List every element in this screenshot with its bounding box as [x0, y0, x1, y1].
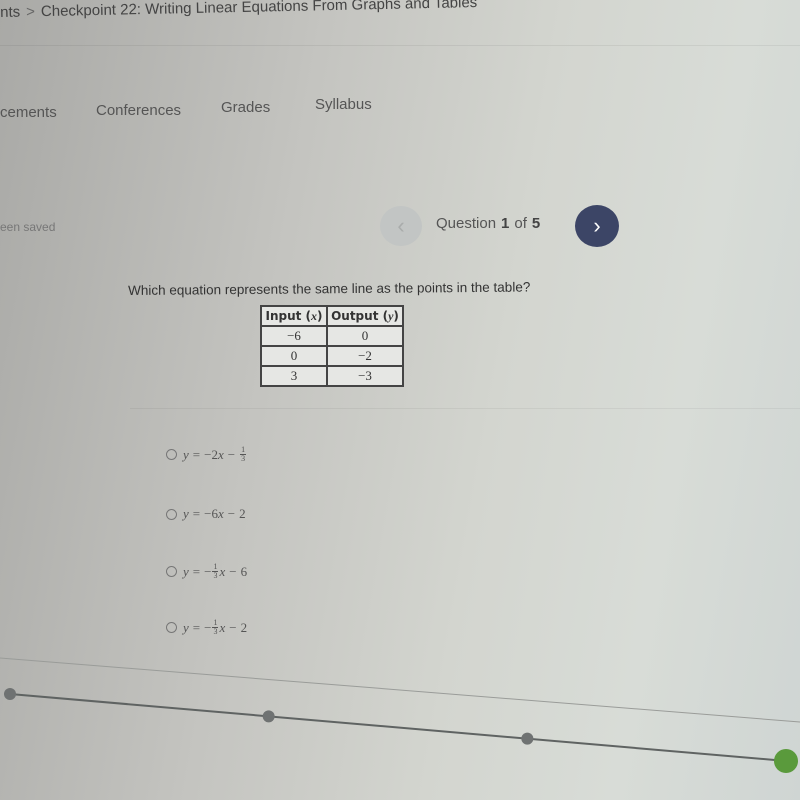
radio-button[interactable] [166, 566, 177, 577]
chevron-left-icon: ‹ [397, 213, 405, 238]
question-prompt: Which equation represents the same line … [128, 279, 531, 298]
table-cell: −6 [260, 325, 328, 347]
table-cell: 0 [260, 345, 328, 367]
next-question-button[interactable]: › [575, 205, 619, 247]
table-row: −6 0 [260, 325, 404, 347]
table-cell: 3 [260, 365, 328, 387]
breadcrumb-parent-link[interactable]: nts [0, 4, 20, 21]
course-nav: cements Conferences Grades Syllabus [0, 96, 800, 136]
answer-option-b[interactable]: y = −6 x − 2 [166, 506, 246, 522]
table-cell: −3 [326, 365, 404, 387]
fraction: 13 [212, 562, 219, 580]
question-label: Question [436, 215, 497, 232]
radio-button[interactable] [166, 622, 177, 633]
divider [130, 408, 800, 409]
answer-option-d[interactable]: y = − 13x − 2 [166, 619, 247, 636]
total-questions: 5 [531, 215, 541, 232]
radio-button[interactable] [166, 449, 177, 460]
table-cell: −2 [326, 345, 404, 367]
chevron-right-icon: › [593, 213, 601, 238]
question-counter: Question 1 of 5 [436, 215, 545, 232]
top-bar: nts > Checkpoint 22: Writing Linear Equati… [0, 0, 800, 45]
previous-question-button[interactable]: ‹ [380, 206, 422, 246]
divider [0, 45, 800, 46]
answer-option-a[interactable]: y = −2 x − 13 [166, 446, 247, 463]
table-header-row: Input (x) Output (y) [260, 305, 404, 327]
table-row: 0 −2 [260, 345, 404, 367]
table-row: 3 −3 [260, 365, 404, 387]
section-divider-line [0, 657, 800, 723]
progress-step-current[interactable] [774, 749, 798, 773]
input-output-table: Input (x) Output (y) −6 0 0 −2 3 −3 [260, 305, 404, 387]
nav-tab-conferences[interactable]: Conferences [96, 102, 181, 119]
current-question-number: 1 [501, 215, 510, 232]
progress-step[interactable] [262, 710, 275, 723]
of-label: of [514, 215, 527, 232]
nav-tab-syllabus[interactable]: Syllabus [315, 96, 372, 113]
radio-button[interactable] [166, 508, 177, 520]
save-status: een saved [0, 220, 56, 234]
fraction: 13 [240, 445, 247, 463]
table-cell: 0 [326, 325, 404, 347]
breadcrumb-current: Checkpoint 22: Writing Linear Equations … [40, 0, 478, 21]
progress-track [0, 657, 800, 773]
answer-option-c[interactable]: y = − 13x − 6 [166, 563, 247, 580]
fraction: 13 [212, 618, 219, 636]
nav-tab-announcements[interactable]: cements [0, 104, 57, 121]
nav-tab-grades[interactable]: Grades [221, 99, 270, 116]
progress-step[interactable] [521, 732, 534, 745]
breadcrumb-separator-icon: > [26, 3, 36, 21]
progress-line [9, 693, 787, 762]
breadcrumb: nts > Checkpoint 22: Writing Linear Equati… [0, 0, 477, 21]
question-navigator: ‹ Question 1 of 5 › [380, 205, 640, 247]
column-header-input: Input (x) [260, 305, 328, 327]
column-header-output: Output (y) [326, 305, 404, 327]
progress-step[interactable] [4, 688, 16, 700]
